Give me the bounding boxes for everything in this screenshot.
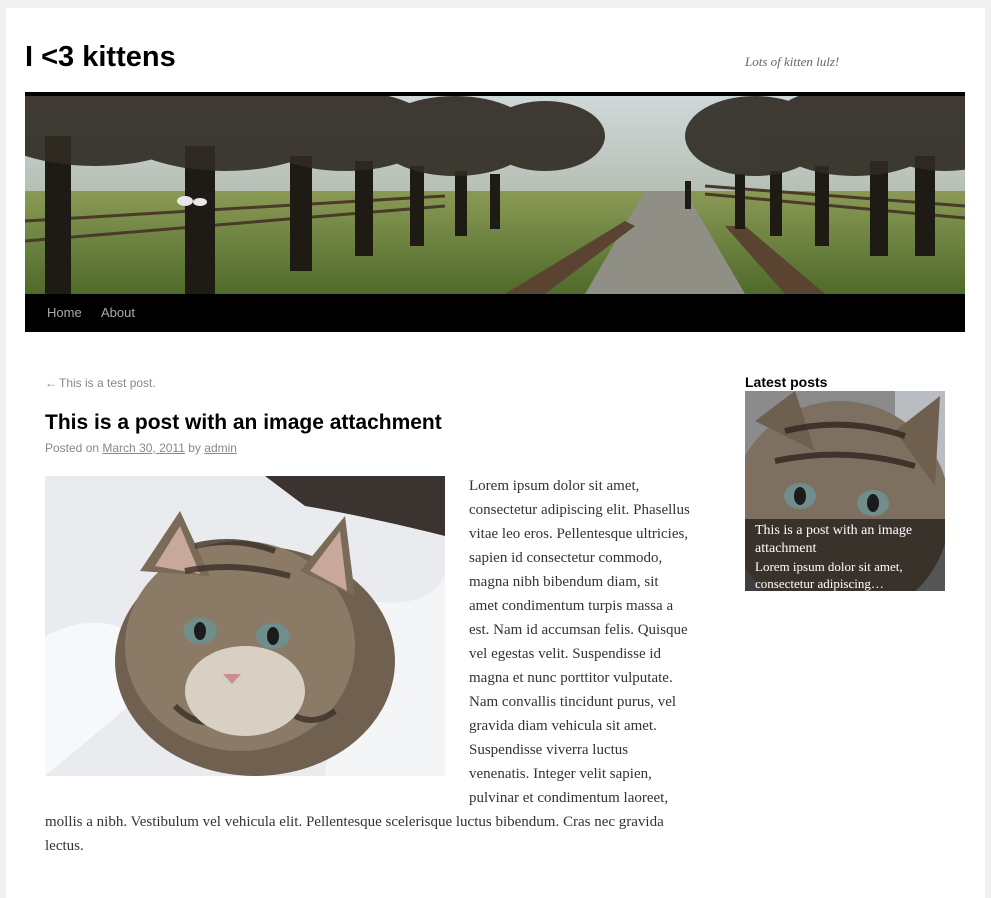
post-title: This is a post with an image attachment [45, 411, 442, 434]
previous-post-link[interactable]: ← This is a test post. [45, 376, 156, 390]
by-label: by [188, 441, 201, 455]
left-arrow-icon: ← [45, 376, 57, 390]
latest-posts-widget-title: Latest posts [745, 374, 828, 390]
page-wrapper: I <3 kittens Lots of kitten lulz! Home A… [6, 8, 985, 898]
post-content: Lorem ipsum dolor sit amet, consectetur … [45, 474, 690, 858]
post-meta: Posted on March 30, 2011 by admin [45, 441, 237, 455]
site-title[interactable]: I <3 kittens [25, 40, 176, 74]
previous-post-label: This is a test post. [59, 376, 156, 390]
latest-post-thumbnail[interactable]: This is a post with an image attachment … [745, 391, 945, 591]
nav-item-about[interactable]: About [101, 294, 135, 332]
site-description: Lots of kitten lulz! [745, 54, 840, 69]
latest-post-caption: This is a post with an image attachment … [745, 519, 945, 591]
author-link[interactable]: admin [204, 441, 237, 455]
nav-item-home[interactable]: Home [47, 294, 82, 332]
main-navigation: Home About [25, 294, 965, 332]
latest-post-excerpt: Lorem ipsum dolor sit amet, consectetur … [755, 559, 903, 591]
latest-post-title[interactable]: This is a post with an image attachment [755, 522, 935, 558]
posted-on-label: Posted on [45, 441, 100, 455]
image-float-spacer [45, 474, 469, 798]
post-date-link[interactable]: March 30, 2011 [102, 441, 185, 455]
header-image [25, 96, 965, 294]
